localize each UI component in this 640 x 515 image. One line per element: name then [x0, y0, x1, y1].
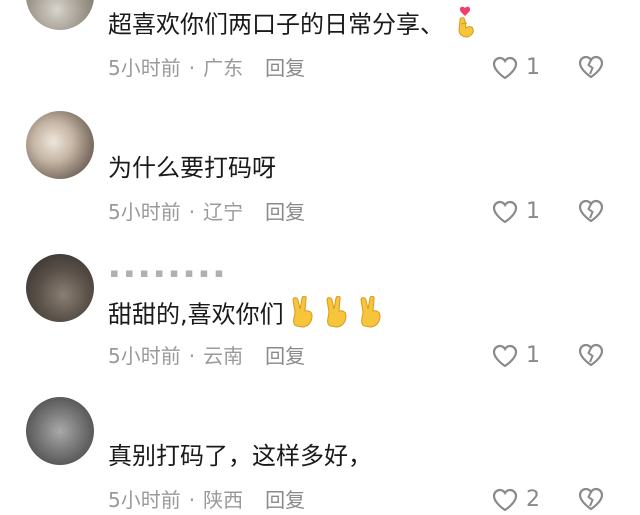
user-avatar[interactable]: [26, 254, 94, 322]
user-avatar[interactable]: [26, 0, 94, 30]
broken-heart-icon: [578, 55, 604, 79]
like-button[interactable]: 1: [492, 55, 540, 81]
comment-location: 广东: [203, 56, 244, 80]
comment-meta: 5小时前 · 陕西 回复: [108, 487, 305, 513]
victory-hand-emoji-icon: [291, 295, 391, 335]
reply-button[interactable]: 回复: [265, 344, 305, 368]
comment-text-content: 超喜欢你们两口子的日常分享、: [108, 10, 444, 39]
heart-outline-icon: [492, 344, 518, 368]
comment-time: 5小时前: [108, 200, 181, 224]
broken-heart-icon: [578, 487, 604, 511]
comment-location: 辽宁: [203, 200, 244, 224]
broken-heart-icon: [578, 199, 604, 223]
heart-outline-icon: [492, 488, 518, 512]
comment-meta: 5小时前 · 云南 回复: [108, 343, 305, 369]
comment-time: 5小时前: [108, 56, 181, 80]
heart-outline-icon: [492, 56, 518, 80]
dislike-button[interactable]: [578, 343, 604, 371]
like-count: 1: [526, 55, 540, 80]
comment-text: 甜甜的,喜欢你们: [108, 295, 391, 335]
dislike-button[interactable]: [578, 55, 604, 83]
comment-location: 陕西: [203, 488, 244, 512]
user-avatar[interactable]: [26, 397, 94, 465]
reply-button[interactable]: 回复: [265, 56, 305, 80]
broken-heart-icon: [578, 343, 604, 367]
comment-time: 5小时前: [108, 488, 181, 512]
meta-separator: ·: [188, 56, 196, 80]
user-avatar[interactable]: [26, 111, 94, 179]
comment-time: 5小时前: [108, 344, 181, 368]
reply-button[interactable]: 回复: [265, 488, 305, 512]
like-count: 2: [526, 487, 540, 512]
like-count: 1: [526, 199, 540, 224]
reply-button[interactable]: 回复: [265, 200, 305, 224]
comment-meta: 5小时前 · 辽宁 回复: [108, 199, 305, 225]
meta-separator: ·: [188, 488, 196, 512]
like-button[interactable]: 1: [492, 343, 540, 369]
comment-text-content: 甜甜的,喜欢你们: [108, 300, 284, 329]
meta-separator: ·: [188, 200, 196, 224]
comment-meta: 5小时前 · 广东 回复: [108, 55, 305, 81]
meta-separator: ·: [188, 344, 196, 368]
dislike-button[interactable]: [578, 487, 604, 515]
comment-location: 云南: [203, 344, 244, 368]
dislike-button[interactable]: [578, 199, 604, 227]
like-button[interactable]: 2: [492, 487, 540, 513]
like-button[interactable]: 1: [492, 199, 540, 225]
comment-text: 真别打码了，这样多好，: [108, 442, 372, 470]
heart-outline-icon: [492, 200, 518, 224]
finger-heart-emoji-icon: [452, 6, 478, 45]
comment-text: 超喜欢你们两口子的日常分享、: [108, 6, 478, 45]
like-count: 1: [526, 343, 540, 368]
comment-username[interactable]: ▪ ▪ ▪ ▪ ▪ ▪ ▪ ▪: [110, 266, 224, 281]
comment-text: 为什么要打码呀: [108, 154, 276, 182]
